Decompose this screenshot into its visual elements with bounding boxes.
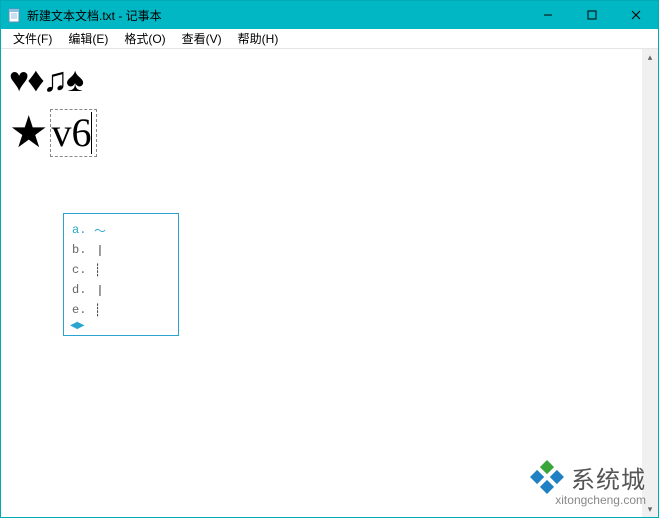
- ime-candidate-d[interactable]: d. 丨: [64, 280, 178, 300]
- text-line-1: ♥♦♫♠: [9, 63, 634, 97]
- text-line-2: ★ v6: [9, 109, 634, 157]
- ime-candidate-popup: a. 〜 b. 丨 c. ┊ d. 丨 e. ┊ ◀ ▶: [63, 213, 179, 336]
- ime-candidate-text: 丨: [94, 242, 106, 259]
- ime-candidate-a[interactable]: a. 〜: [64, 220, 178, 240]
- ime-candidate-c[interactable]: c. ┊: [64, 260, 178, 280]
- window-controls: [526, 1, 658, 29]
- ime-candidate-label: e.: [72, 303, 94, 317]
- ime-candidate-text: 丨: [94, 282, 106, 299]
- maximize-button[interactable]: [570, 1, 614, 29]
- star-char: ★: [9, 111, 48, 155]
- notepad-window: 新建文本文档.txt - 记事本 文件(F) 编辑(E) 格式(O) 查看(V)…: [0, 0, 659, 518]
- minimize-button[interactable]: [526, 1, 570, 29]
- close-button[interactable]: [614, 1, 658, 29]
- window-title: 新建文本文档.txt - 记事本: [27, 7, 162, 24]
- watermark: 系统城 xitongcheng.com: [529, 459, 646, 507]
- ime-composition-box: v6: [50, 109, 97, 157]
- ime-candidate-label: a.: [72, 223, 94, 237]
- text-cursor: [91, 112, 92, 154]
- menu-help[interactable]: 帮助(H): [230, 29, 287, 48]
- ime-pager: ◀ ▶: [64, 320, 178, 333]
- watermark-logo-icon: [529, 459, 565, 495]
- menu-view[interactable]: 查看(V): [174, 29, 230, 48]
- ime-candidate-label: b.: [72, 243, 94, 257]
- ime-candidate-b[interactable]: b. 丨: [64, 240, 178, 260]
- ime-candidate-text: 〜: [94, 222, 106, 239]
- watermark-url: xitongcheng.com: [555, 493, 646, 507]
- ime-composition-text: v6: [51, 113, 91, 153]
- ime-candidate-label: d.: [72, 283, 94, 297]
- content-area: ♥♦♫♠ ★ v6 a. 〜 b. 丨 c. ┊: [1, 49, 658, 517]
- ime-candidate-label: c.: [72, 263, 94, 277]
- watermark-brand: 系统城: [571, 460, 646, 495]
- vertical-scrollbar[interactable]: ▴ ▾: [642, 49, 658, 517]
- scrollbar-track[interactable]: [642, 65, 658, 501]
- menu-edit[interactable]: 编辑(E): [60, 29, 116, 48]
- titlebar[interactable]: 新建文本文档.txt - 记事本: [1, 1, 658, 29]
- ime-candidate-text: ┊: [94, 263, 101, 278]
- menubar: 文件(F) 编辑(E) 格式(O) 查看(V) 帮助(H): [1, 29, 658, 49]
- watermark-top: 系统城: [529, 459, 646, 495]
- ime-pager-next-icon[interactable]: ▶: [77, 320, 85, 331]
- menu-format[interactable]: 格式(O): [116, 29, 173, 48]
- ime-candidate-text: ┊: [94, 303, 101, 318]
- ime-candidate-e[interactable]: e. ┊: [64, 300, 178, 320]
- menu-file[interactable]: 文件(F): [5, 29, 60, 48]
- scroll-up-icon[interactable]: ▴: [642, 49, 658, 65]
- notepad-icon: [7, 7, 21, 23]
